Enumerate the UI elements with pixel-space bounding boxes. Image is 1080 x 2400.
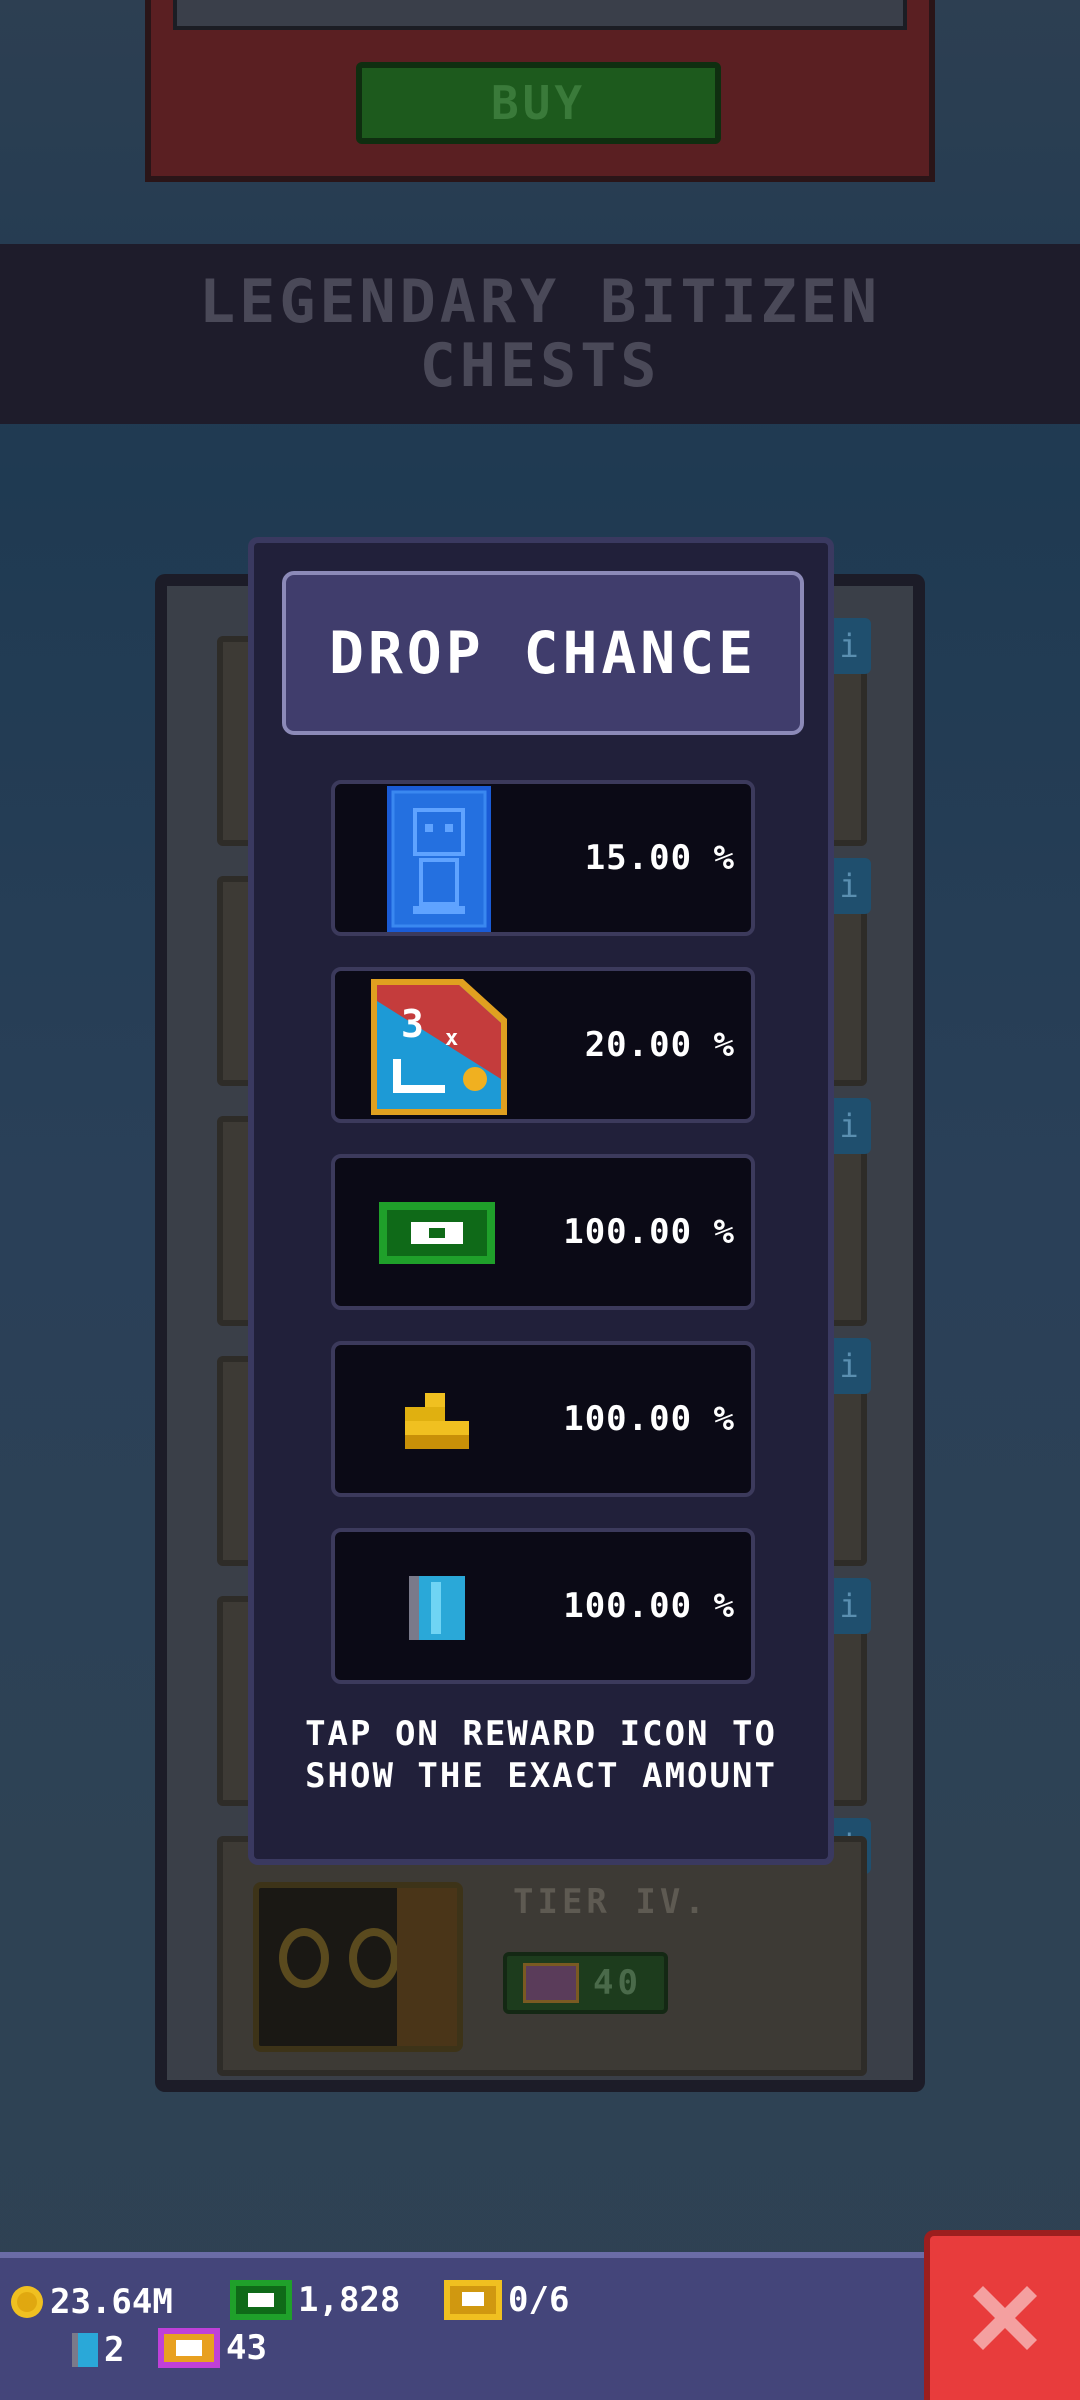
drop-chance-value: 20.00 % <box>584 1025 735 1065</box>
modal-title-box: DROP CHANCE <box>282 571 804 735</box>
svg-text:3: 3 <box>401 1002 424 1046</box>
keys-resource[interactable]: 2 <box>72 2330 124 2370</box>
offer-card-image-strip <box>173 0 907 30</box>
drop-row: 3 x 20.00 % <box>331 967 755 1123</box>
bux-icon <box>230 2280 292 2320</box>
buy-button[interactable]: BUY <box>356 62 721 144</box>
multiplier-card-icon[interactable]: 3 x <box>371 979 507 1119</box>
tier-price-value: 40 <box>593 1963 642 2003</box>
drop-chance-value: 15.00 % <box>584 838 735 878</box>
chest-ticket-icon <box>523 1963 579 2003</box>
bux-resource[interactable]: 1,828 <box>230 2280 400 2320</box>
chest-tickets-value: 43 <box>226 2328 267 2368</box>
tier-price-button[interactable]: 40 <box>503 1952 668 2014</box>
offer-card: BUY <box>145 0 935 182</box>
keys-value: 2 <box>104 2330 125 2370</box>
golden-ticket-icon <box>444 2280 502 2320</box>
svg-text:x: x <box>445 1026 458 1051</box>
key-icon <box>72 2333 98 2367</box>
drop-row: 15.00 % <box>331 780 755 936</box>
drop-chance-value: 100.00 % <box>563 1586 735 1626</box>
modal-title: DROP CHANCE <box>328 619 758 687</box>
close-button[interactable] <box>924 2230 1080 2400</box>
tier-label: TIER IV. <box>513 1882 709 1922</box>
section-title: LEGENDARY BITIZEN CHESTS <box>198 267 882 401</box>
modal-hint-text: TAP ON REWARD ICON TO SHOW THE EXACT AMO… <box>305 1714 777 1796</box>
chest-tickets-resource[interactable]: 43 <box>158 2328 267 2368</box>
drop-chance-value: 100.00 % <box>563 1399 735 1439</box>
blueprint-icon[interactable] <box>387 786 491 936</box>
coins-value: 23.64M <box>50 2282 173 2322</box>
drop-chance-modal: DROP CHANCE 15.00 % 3 x 20.00 % 100.00 %… <box>248 537 834 1865</box>
chest-row-tier-iv[interactable]: TIER IV. 40 <box>217 1836 867 2076</box>
chest-icon <box>253 1882 463 2052</box>
drop-row: 100.00 % <box>331 1341 755 1497</box>
drop-row: 100.00 % <box>331 1528 755 1684</box>
chest-ticket-icon <box>158 2328 220 2368</box>
coin-icon <box>11 2286 43 2318</box>
close-icon <box>973 2286 1037 2350</box>
bux-icon[interactable] <box>379 1202 495 1268</box>
coin-stack-icon[interactable] <box>405 1393 469 1453</box>
resource-bar: 23.64M 1,828 0/6 2 43 <box>0 2252 928 2400</box>
section-header: LEGENDARY BITIZEN CHESTS <box>0 244 1080 424</box>
key-icon[interactable] <box>409 1576 465 1644</box>
coins-resource[interactable]: 23.64M <box>10 2282 173 2322</box>
tickets-value: 0/6 <box>508 2280 570 2320</box>
bux-value: 1,828 <box>298 2280 401 2320</box>
drop-row: 100.00 % <box>331 1154 755 1310</box>
tickets-resource[interactable]: 0/6 <box>444 2280 569 2320</box>
drop-chance-value: 100.00 % <box>563 1212 735 1252</box>
